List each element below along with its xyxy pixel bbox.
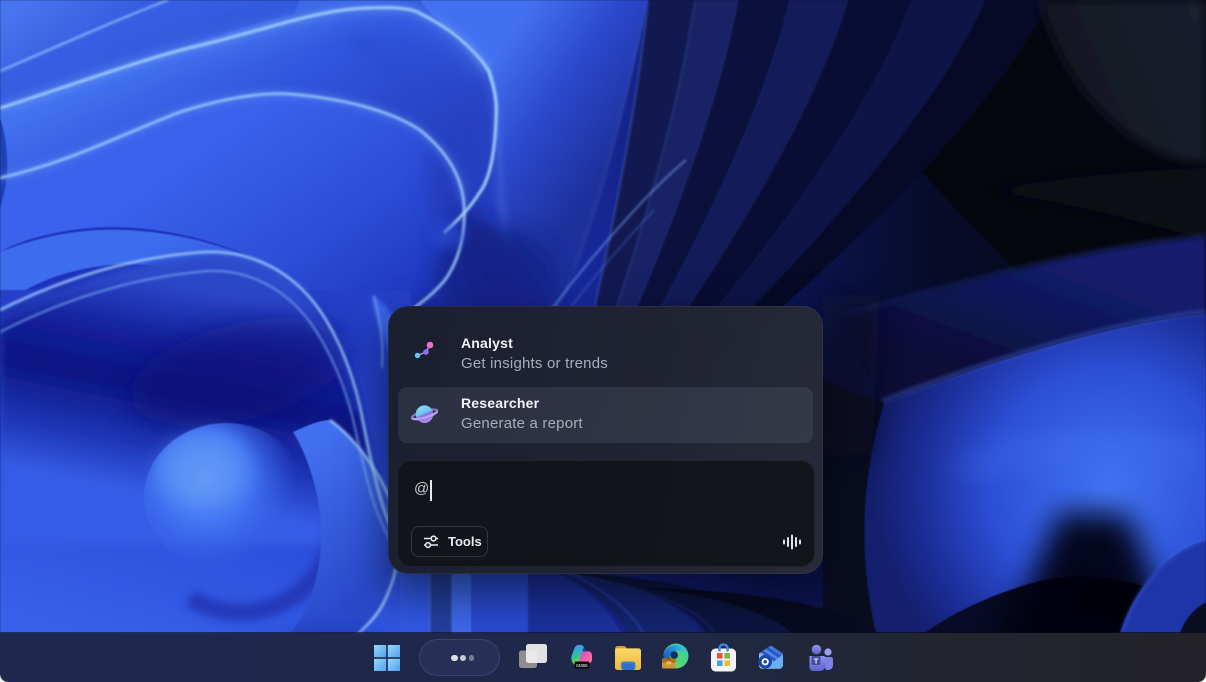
svg-text:M365: M365 bbox=[576, 663, 588, 668]
svg-text:T: T bbox=[814, 657, 819, 666]
